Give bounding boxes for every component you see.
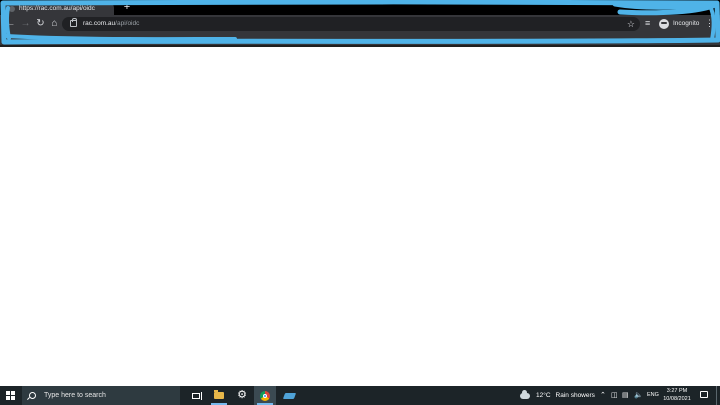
incognito-indicator[interactable]: Incognito — [659, 17, 699, 30]
incognito-label: Incognito — [673, 20, 700, 27]
chrome-taskbar-button[interactable] — [254, 386, 276, 405]
action-center-button[interactable] — [700, 389, 709, 401]
bookmark-star-icon[interactable]: ☆ — [627, 18, 635, 30]
home-icon[interactable]: ⌂ — [48, 17, 61, 30]
forward-arrow-icon[interactable]: → — [19, 17, 32, 30]
network-icon[interactable]: ▤ — [622, 386, 629, 405]
lock-icon[interactable] — [70, 18, 77, 27]
clock-time: 3:27 PM — [666, 388, 688, 394]
settings-button[interactable]: ⚙ — [231, 386, 253, 405]
cloud-icon — [520, 389, 530, 399]
menu-kebab-icon[interactable]: ⋮ — [705, 17, 714, 30]
weather-widget[interactable]: 12°C Rain showers — [520, 386, 595, 405]
language-indicator[interactable]: ENG — [647, 386, 659, 405]
url-path: /api/oidc — [115, 20, 140, 27]
show-desktop-button[interactable] — [716, 386, 717, 405]
file-explorer-button[interactable] — [208, 386, 230, 405]
url-text[interactable]: rac.com.au/api/oidc — [83, 19, 139, 29]
reading-list-icon[interactable]: ≡ — [645, 17, 650, 30]
taskbar-search-box[interactable]: Type here to search — [22, 386, 180, 405]
weather-desc: Rain showers — [555, 392, 595, 399]
url-host: rac.com.au — [83, 20, 116, 27]
search-placeholder: Type here to search — [44, 392, 106, 399]
tab-title: https://rac.com.au/api/oidc — [19, 5, 95, 12]
favicon-icon — [9, 5, 15, 12]
new-tab-button[interactable]: + — [122, 2, 132, 13]
bookmarks-bar — [0, 34, 720, 45]
back-arrow-icon[interactable]: ← — [4, 17, 17, 30]
task-view-button[interactable] — [185, 386, 207, 405]
chrome-icon — [260, 390, 270, 401]
device-icon[interactable]: ◫ — [611, 386, 618, 405]
chevron-up-icon[interactable]: ⌃ — [600, 386, 606, 405]
reload-icon[interactable]: ↻ — [34, 17, 47, 30]
windows-start-icon — [6, 391, 15, 400]
taskbar: Type here to search ⚙ 12°C Rain showers … — [0, 386, 720, 405]
file-explorer-icon — [214, 390, 224, 399]
address-bar[interactable]: rac.com.au/api/oidc ☆ — [62, 17, 640, 31]
browser-tab[interactable]: https://rac.com.au/api/oidc — [4, 2, 114, 15]
volume-icon[interactable]: 🔈 — [634, 386, 643, 405]
search-icon — [29, 392, 36, 399]
settings-gear-icon: ⚙ — [237, 389, 247, 401]
start-button[interactable] — [0, 386, 22, 405]
clock[interactable]: 3:27 PM 10/08/2021 — [661, 388, 693, 403]
weather-temp: 12°C — [536, 392, 551, 399]
scanner-icon — [282, 392, 296, 399]
tab-strip: https://rac.com.au/api/oidc + — [0, 0, 720, 15]
incognito-icon — [659, 18, 669, 29]
scanner-app-button[interactable] — [278, 386, 300, 405]
clock-date: 10/08/2021 — [663, 395, 691, 402]
page-content — [0, 47, 720, 386]
browser-toolbar: ← → ↻ ⌂ rac.com.au/api/oidc ☆ ≡ Incognit… — [0, 15, 720, 34]
notification-icon — [700, 391, 708, 398]
task-view-icon — [192, 391, 202, 400]
